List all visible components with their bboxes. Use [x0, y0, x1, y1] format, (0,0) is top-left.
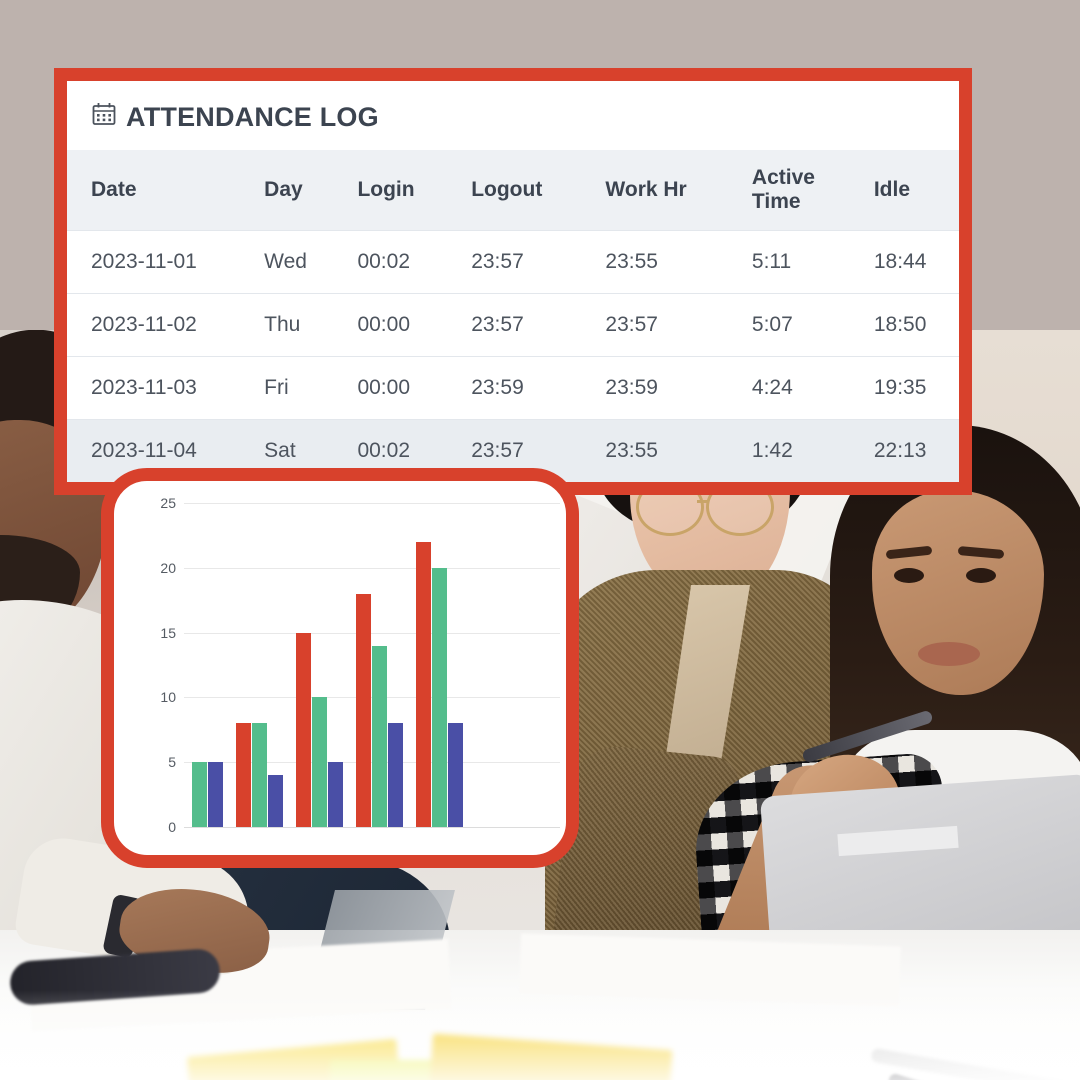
cell-idle: 18:50: [873, 293, 959, 357]
bar-blue[interactable]: [448, 723, 463, 827]
bar-group: [356, 503, 403, 827]
bar-red[interactable]: [236, 723, 251, 827]
person-right-eye-right: [966, 568, 996, 583]
cell-day: Wed: [264, 230, 358, 294]
attendance-log-header: ATTENDANCE LOG: [67, 81, 959, 150]
cell-login: 00:00: [357, 356, 472, 420]
bar-green[interactable]: [252, 723, 267, 827]
cell-idle: 22:13: [873, 419, 959, 482]
y-axis-tick-label: 25: [160, 495, 176, 511]
table-row[interactable]: 2023-11-01 Wed 00:02 23:57 23:55 5:11 18…: [67, 230, 959, 294]
bar-green[interactable]: [312, 697, 327, 827]
bar-series-container: [184, 503, 560, 827]
cell-day: Fri: [264, 356, 358, 420]
y-axis-tick-label: 20: [160, 559, 176, 576]
column-header-logout[interactable]: Logout: [471, 150, 606, 231]
cell-active-time: 5:11: [751, 230, 874, 294]
cell-logout: 23:59: [471, 356, 606, 420]
table-header-row: Date Day Login Logout Work Hr Active Tim…: [67, 150, 959, 231]
bar-group: [296, 503, 343, 827]
attendance-table: Date Day Login Logout Work Hr Active Tim…: [67, 150, 959, 482]
eyeglasses-bridge: [697, 500, 709, 503]
bar-green[interactable]: [432, 567, 447, 827]
cell-work-hr: 23:55: [605, 419, 752, 482]
table-row[interactable]: 2023-11-02 Thu 00:00 23:57 23:57 5:07 18…: [67, 293, 959, 357]
person-right-eye-left: [894, 568, 924, 583]
y-axis-tick-label: 10: [160, 689, 176, 706]
bar-chart-card: 0 5 10 15 20 25: [101, 468, 579, 868]
calendar-icon: [91, 101, 117, 134]
bar-blue[interactable]: [328, 762, 343, 827]
column-header-active-time[interactable]: Active Time: [751, 150, 874, 231]
column-header-idle[interactable]: Idle: [873, 150, 959, 231]
cell-work-hr: 23:57: [605, 293, 752, 357]
bar-red[interactable]: [296, 632, 311, 827]
table-row[interactable]: 2023-11-03 Fri 00:00 23:59 23:59 4:24 19…: [67, 356, 959, 420]
cell-login: 00:02: [357, 230, 472, 294]
bar-blue[interactable]: [388, 723, 403, 827]
bar-red[interactable]: [356, 593, 371, 827]
column-header-date[interactable]: Date: [67, 150, 265, 231]
screenshot-root: ATTENDANCE LOG Date Day Login Logout Wor…: [0, 0, 1080, 1080]
cell-idle: 19:35: [873, 356, 959, 420]
cell-active-time: 4:24: [751, 356, 874, 420]
y-axis-tick-label: 0: [168, 819, 176, 835]
bar-group: [416, 503, 463, 827]
cell-login: 00:00: [357, 293, 472, 357]
bar-group: [192, 503, 223, 827]
y-axis-tick-label: 15: [160, 624, 176, 641]
cell-work-hr: 23:59: [605, 356, 752, 420]
bar-red[interactable]: [416, 541, 431, 827]
cell-date: 2023-11-01: [67, 230, 265, 294]
cell-active-time: 1:42: [751, 419, 874, 482]
attendance-log-card: ATTENDANCE LOG Date Day Login Logout Wor…: [54, 68, 972, 495]
bar-chart: 0 5 10 15 20 25: [114, 481, 566, 855]
bar-green[interactable]: [192, 762, 207, 827]
column-header-day[interactable]: Day: [264, 150, 358, 231]
column-header-work-hr[interactable]: Work Hr: [605, 150, 752, 231]
gridline: [184, 827, 560, 828]
foreground-blur: [0, 990, 1080, 1080]
bar-green[interactable]: [372, 645, 387, 827]
cell-logout: 23:57: [471, 293, 606, 357]
cell-logout: 23:57: [471, 230, 606, 294]
cell-date: 2023-11-03: [67, 356, 265, 420]
cell-day: Thu: [264, 293, 358, 357]
cell-idle: 18:44: [873, 230, 959, 294]
y-axis-tick-labels: 0 5 10 15 20 25: [136, 481, 176, 855]
cell-date: 2023-11-02: [67, 293, 265, 357]
cell-work-hr: 23:55: [605, 230, 752, 294]
bar-blue[interactable]: [208, 762, 223, 827]
bar-blue[interactable]: [268, 775, 283, 827]
person-right-lips: [918, 642, 980, 666]
column-header-login[interactable]: Login: [357, 150, 472, 231]
y-axis-tick-label: 5: [168, 754, 176, 771]
plot-area: [184, 481, 560, 855]
bar-group: [236, 503, 283, 827]
cell-active-time: 5:07: [751, 293, 874, 357]
page-title: ATTENDANCE LOG: [126, 102, 379, 132]
